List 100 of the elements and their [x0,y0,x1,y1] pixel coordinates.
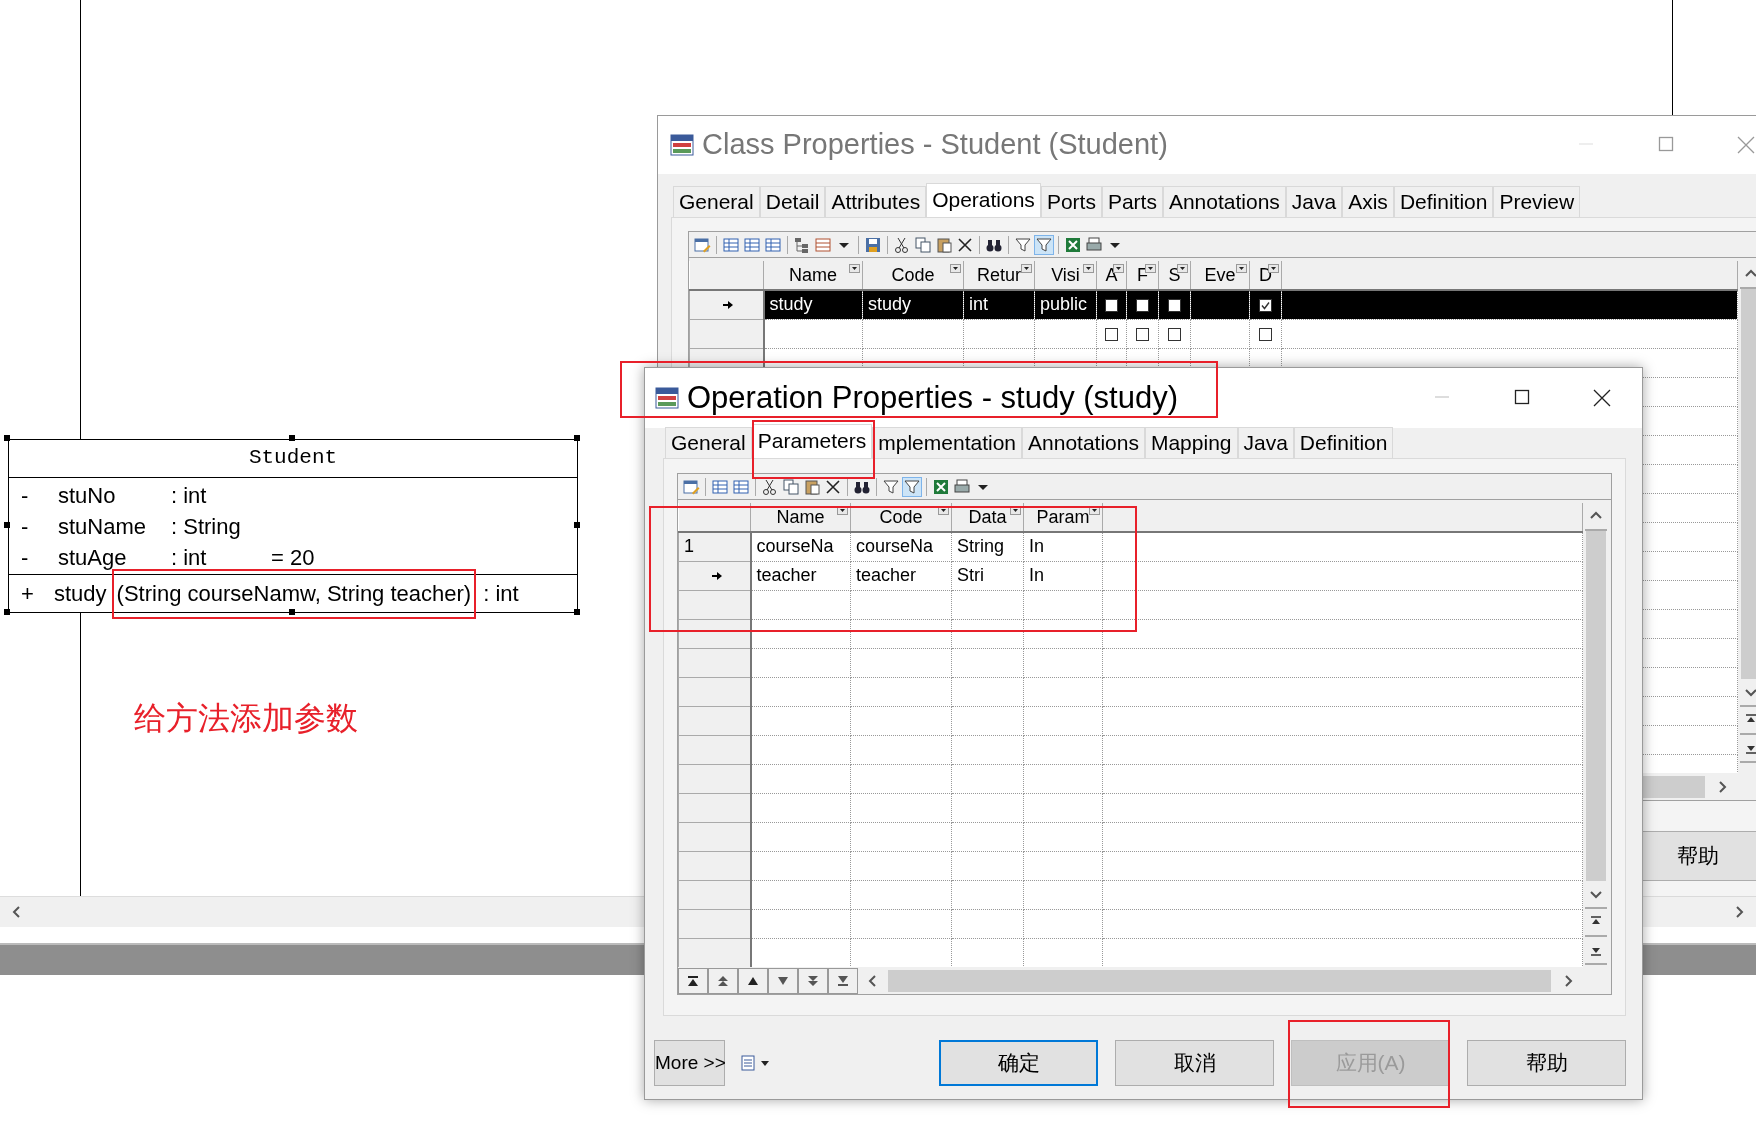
delete-icon[interactable] [956,235,974,254]
tab[interactable]: Parts [1101,186,1163,217]
checkbox[interactable] [1105,299,1118,312]
row-header[interactable] [678,561,751,590]
column-header[interactable]: Code [850,503,952,532]
checkbox[interactable] [1136,299,1149,312]
column-header[interactable]: Name [750,503,851,532]
column-header[interactable]: Retur [963,261,1035,290]
table-icon[interactable] [743,235,761,254]
nav-button[interactable] [708,967,738,994]
resize-handle[interactable] [4,522,10,528]
table-icon[interactable] [722,235,740,254]
tab[interactable]: Java [1237,427,1294,458]
table-icon[interactable] [764,235,782,254]
properties-icon[interactable] [693,235,711,254]
tab[interactable]: Definition [1393,186,1494,217]
tab[interactable]: Axis [1342,186,1394,217]
tab[interactable]: General [673,186,760,217]
printer-icon[interactable] [1085,235,1103,254]
save-icon[interactable] [864,235,882,254]
column-header[interactable]: A [1096,261,1127,290]
tab[interactable]: Mapping [1144,427,1238,458]
caret-icon[interactable] [1010,506,1021,515]
checkbox[interactable] [1168,327,1181,341]
nav-button[interactable] [768,967,798,994]
dialog-button[interactable]: 确定 [939,1040,1098,1086]
spreadsheet-icon[interactable] [932,477,950,496]
scissors-icon[interactable] [761,477,779,496]
row-header[interactable] [689,290,764,319]
table-row[interactable]: study study int public [689,290,1738,319]
resize-handle[interactable] [289,435,295,441]
column-header[interactable]: Param [1023,503,1103,532]
tab[interactable]: General [665,427,752,458]
row-header[interactable]: 1 [678,532,751,561]
caret-icon[interactable] [1145,264,1156,273]
printer-icon[interactable] [953,477,971,496]
resize-handle[interactable] [4,435,10,441]
properties-icon[interactable] [682,477,700,496]
caret-icon[interactable] [849,264,860,273]
filter-icon[interactable] [882,477,900,496]
filter-icon[interactable] [903,477,921,496]
tab[interactable]: Preview [1493,186,1581,217]
tab[interactable]: Annotations [1162,186,1286,217]
checkbox[interactable] [1136,327,1149,341]
scrollbar-thumb[interactable] [1585,531,1606,881]
checkbox[interactable] [1259,299,1272,312]
caret-icon[interactable] [1021,264,1032,273]
tab[interactable]: Java [1285,186,1343,217]
nav-button[interactable] [678,967,708,994]
nav-button[interactable] [828,967,858,994]
nav-button[interactable] [738,967,768,994]
table-icon[interactable] [711,477,729,496]
table-row[interactable]: teacher teacher Stri In [678,561,1583,590]
scissors-icon[interactable] [893,235,911,254]
column-header[interactable]: F [1126,261,1159,290]
close-icon[interactable] [1593,389,1611,407]
filter-icon[interactable] [1035,235,1053,254]
tab[interactable]: Attributes [825,186,927,217]
clipboard-icon[interactable] [803,477,821,496]
column-header[interactable]: Name [763,261,863,290]
tab[interactable]: Annotations [1022,427,1145,458]
copy-icon[interactable] [914,235,932,254]
resize-handle[interactable] [574,609,580,615]
maximize-icon[interactable] [1514,389,1530,405]
tab[interactable]: Definition [1293,427,1394,458]
dialog-button[interactable]: 取消 [1115,1040,1274,1086]
class-box[interactable]: Student - stuNo : int - stuName : String - stuAge : int = 20 + study (String courseNamw, String teacher) : int [8,439,578,613]
clipboard-icon[interactable] [935,235,953,254]
caret-icon[interactable] [938,506,949,515]
tab[interactable]: Parameters [751,424,873,458]
delete-icon[interactable] [824,477,842,496]
resize-handle[interactable] [4,609,10,615]
copy-icon[interactable] [782,477,800,496]
resize-handle[interactable] [289,609,295,615]
table-icon[interactable] [732,477,750,496]
caret-icon[interactable] [1089,506,1100,515]
caret-icon[interactable] [1083,264,1094,273]
column-header[interactable]: Visi [1034,261,1097,290]
table-row[interactable]: 1 courseNa courseNa String In [678,532,1583,561]
tab[interactable]: Operations [926,183,1041,217]
filter-icon[interactable] [1014,235,1032,254]
column-header[interactable]: Code [862,261,964,290]
caret-icon[interactable] [1236,264,1247,273]
more-button[interactable]: More >> [654,1040,725,1086]
nav-button[interactable] [798,967,828,994]
column-header[interactable]: Data [951,503,1024,532]
scrollbar-thumb[interactable] [1740,289,1756,679]
caret-icon[interactable] [950,264,961,273]
spreadsheet-icon[interactable] [1064,235,1082,254]
scrollbar-thumb[interactable] [888,969,1551,992]
hierarchy-icon[interactable] [793,235,811,254]
dialog-button[interactable]: 帮助 [1467,1040,1626,1086]
resize-handle[interactable] [574,435,580,441]
tab[interactable]: mplementation [872,427,1022,458]
tab[interactable]: Ports [1040,186,1102,217]
checkbox[interactable] [1105,327,1118,341]
resize-handle[interactable] [574,522,580,528]
tab[interactable]: Detail [759,186,826,217]
column-header[interactable]: Eve [1190,261,1250,290]
caret-icon[interactable] [760,1058,770,1068]
